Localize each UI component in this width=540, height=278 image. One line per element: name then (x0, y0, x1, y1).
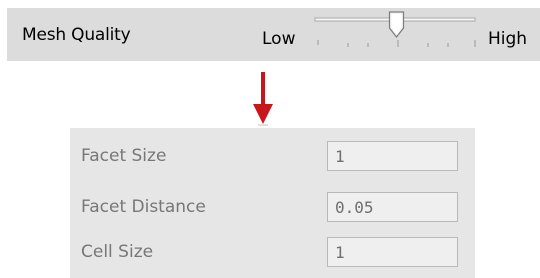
arrow-down-icon (253, 72, 273, 126)
slider-high-label: High (488, 29, 528, 49)
facet-size-field[interactable] (327, 141, 458, 171)
slider-ticks (317, 40, 476, 47)
canvas: Mesh Quality Low High Facet Size Facet D… (0, 0, 540, 278)
mesh-quality-label: Mesh Quality (22, 25, 131, 45)
facet-distance-field[interactable] (327, 192, 458, 222)
mesh-quality-slider[interactable] (310, 10, 480, 55)
slider-low-label: Low (262, 29, 296, 49)
slider-thumb-icon[interactable] (388, 11, 405, 38)
cell-size-label: Cell Size (81, 242, 154, 262)
facet-size-label: Facet Size (81, 146, 167, 166)
cell-size-field[interactable] (327, 237, 458, 267)
facet-distance-label: Facet Distance (81, 197, 206, 217)
